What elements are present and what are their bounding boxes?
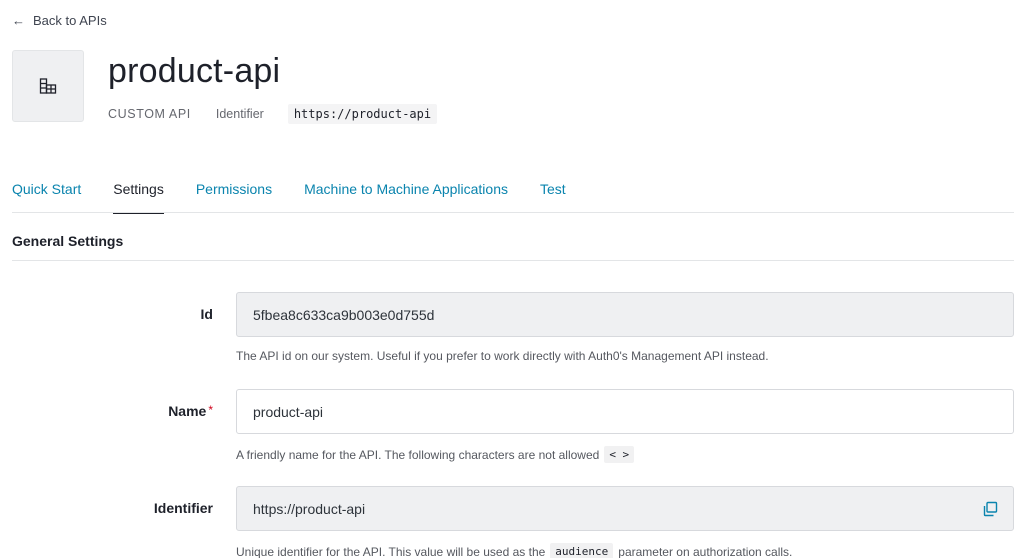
- identifier-value: https://product-api: [287, 104, 438, 124]
- api-meta: CUSTOM API Identifier https://product-ap…: [108, 104, 438, 124]
- identifier-label: Identifier: [215, 107, 264, 121]
- identifier-help-prefix: Unique identifier for the API. This valu…: [236, 544, 546, 558]
- identifier-field[interactable]: https://product-api: [236, 486, 1014, 531]
- identifier-help-suffix: parameter on authorization calls.: [618, 544, 793, 558]
- api-type: CUSTOM API: [108, 107, 191, 121]
- id-help-text: The API id on our system. Useful if you …: [236, 349, 769, 363]
- id-value: 5fbea8c633ca9b003e0d755d: [253, 306, 435, 323]
- tab-quick-start[interactable]: Quick Start: [12, 168, 81, 213]
- required-mark: *: [208, 403, 213, 417]
- api-avatar: [12, 50, 84, 122]
- section-title: General Settings: [12, 233, 124, 249]
- tab-permissions[interactable]: Permissions: [196, 168, 272, 213]
- identifier-field-label-text: Identifier: [153, 500, 213, 516]
- tab-machine-to-machine[interactable]: Machine to Machine Applications: [304, 168, 508, 213]
- api-building-icon: [39, 78, 57, 94]
- identifier-help: Unique identifier for the API. This valu…: [236, 543, 792, 558]
- name-input[interactable]: [253, 403, 997, 420]
- back-to-apis-link[interactable]: ← Back to APIs: [12, 13, 107, 28]
- disallowed-chars-code: < >: [604, 446, 635, 463]
- name-help: A friendly name for the API. The followi…: [236, 446, 635, 463]
- name-help-text: A friendly name for the API. The followi…: [236, 447, 600, 462]
- page-title: product-api: [108, 52, 281, 90]
- copy-icon[interactable]: [981, 500, 999, 518]
- tab-test[interactable]: Test: [540, 168, 566, 213]
- section-divider: [12, 260, 1014, 261]
- id-field[interactable]: 5fbea8c633ca9b003e0d755d: [236, 292, 1014, 337]
- identifier-field-label: Identifier: [154, 500, 213, 516]
- name-label-text: Name: [168, 403, 207, 419]
- tab-settings[interactable]: Settings: [113, 168, 164, 214]
- id-label-text: Id: [200, 306, 213, 322]
- arrow-left-icon: ←: [12, 13, 25, 28]
- id-help: The API id on our system. Useful if you …: [236, 349, 769, 363]
- identifier-field-value: https://product-api: [253, 500, 366, 517]
- tab-bar: Quick Start Settings Permissions Machine…: [12, 168, 1014, 214]
- id-label: Id: [201, 306, 213, 322]
- audience-code: audience: [550, 543, 614, 558]
- name-field[interactable]: [236, 389, 1014, 434]
- back-link-label: Back to APIs: [33, 13, 107, 28]
- name-label: Name *: [168, 403, 213, 419]
